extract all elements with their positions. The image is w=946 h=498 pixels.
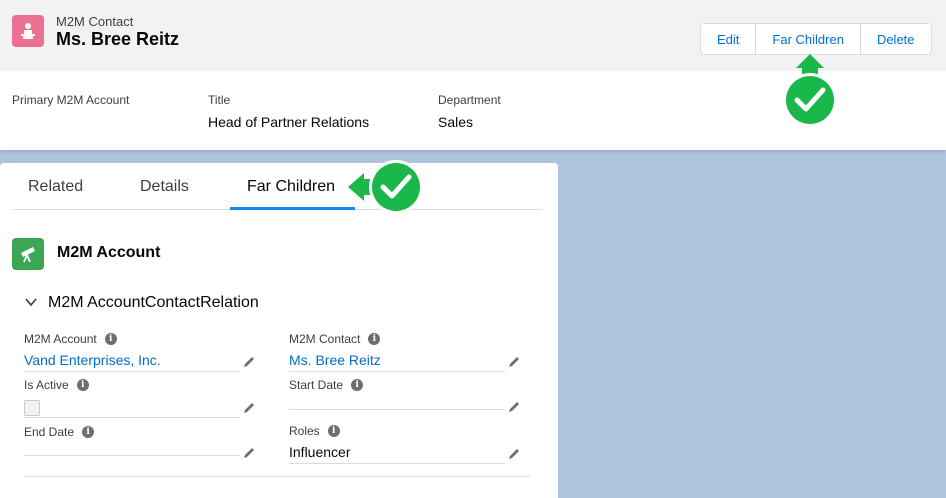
person-podium-icon [21,23,35,39]
field-divider [24,371,240,372]
info-icon[interactable]: i [351,379,364,391]
m2m-account-object-icon [12,238,44,270]
field-label-m2m-account: M2M Account i [24,332,117,346]
button-check-callout-icon [783,54,837,127]
highlight-value: Sales [438,114,474,130]
label-text: M2M Account [24,332,97,346]
tab-far-children[interactable]: Far Children [247,178,335,196]
field-value-m2m-contact[interactable]: Ms. Bree Reitz [289,352,381,368]
is-active-checkbox[interactable] [24,400,40,416]
chevron-down-icon[interactable] [24,295,38,309]
pencil-icon[interactable] [242,401,256,415]
pencil-icon[interactable] [507,355,521,369]
highlight-label: Title [208,93,231,107]
pencil-icon[interactable] [507,400,521,414]
pencil-icon[interactable] [507,447,521,461]
active-tab-indicator [230,207,355,210]
field-value-roles: Influencer [289,444,351,460]
label-text: M2M Contact [289,332,361,346]
info-icon[interactable]: i [368,333,381,345]
highlight-primary-account: Primary M2M Account [12,93,129,114]
label-text: End Date [24,425,75,439]
field-label-start-date: Start Date i [289,378,364,392]
header-action-buttons: Edit Far Children Delete [700,23,932,55]
info-icon[interactable]: i [104,333,117,345]
pencil-icon[interactable] [242,446,256,460]
field-value-m2m-account[interactable]: Vand Enterprises, Inc. [24,352,161,368]
field-label-end-date: End Date i [24,425,95,439]
record-name: Ms. Bree Reitz [56,29,180,49]
field-divider [289,371,505,372]
section-bottom-divider [24,476,530,477]
label-text: Roles [289,424,320,438]
field-divider [24,455,240,456]
field-label-roles: Roles i [289,424,340,438]
field-label-is-active: Is Active i [24,378,89,392]
label-text: Is Active [24,378,69,392]
contact-object-icon [12,15,44,47]
far-children-button[interactable]: Far Children [756,24,861,54]
highlight-department: Department Sales [438,93,501,130]
edit-button[interactable]: Edit [701,24,757,54]
record-tabs-card: Related Details Far Children M2M Account… [0,163,558,498]
pencil-icon[interactable] [242,355,256,369]
highlight-label: Primary M2M Account [12,93,130,107]
field-divider [24,417,240,418]
highlight-label: Department [438,93,501,107]
highlight-title: Title Head of Partner Relations [208,93,369,130]
tab-related[interactable]: Related [28,178,83,196]
info-icon[interactable]: i [82,426,95,438]
field-divider [289,409,505,410]
field-label-m2m-contact: M2M Contact i [289,332,381,346]
telescope-icon [21,247,35,263]
related-list-title: M2M Account [57,244,161,261]
field-divider [289,463,505,464]
highlight-value: Head of Partner Relations [208,114,370,130]
info-icon[interactable]: i [327,425,340,437]
label-text: Start Date [289,378,344,392]
section-title[interactable]: M2M AccountContactRelation [48,294,259,312]
object-type-label: M2M Contact [56,14,134,29]
delete-button[interactable]: Delete [860,24,931,54]
info-icon[interactable]: i [76,379,89,391]
tab-details[interactable]: Details [140,178,189,196]
tab-bar: Related Details Far Children [12,163,542,210]
tab-check-callout-icon [348,160,423,214]
